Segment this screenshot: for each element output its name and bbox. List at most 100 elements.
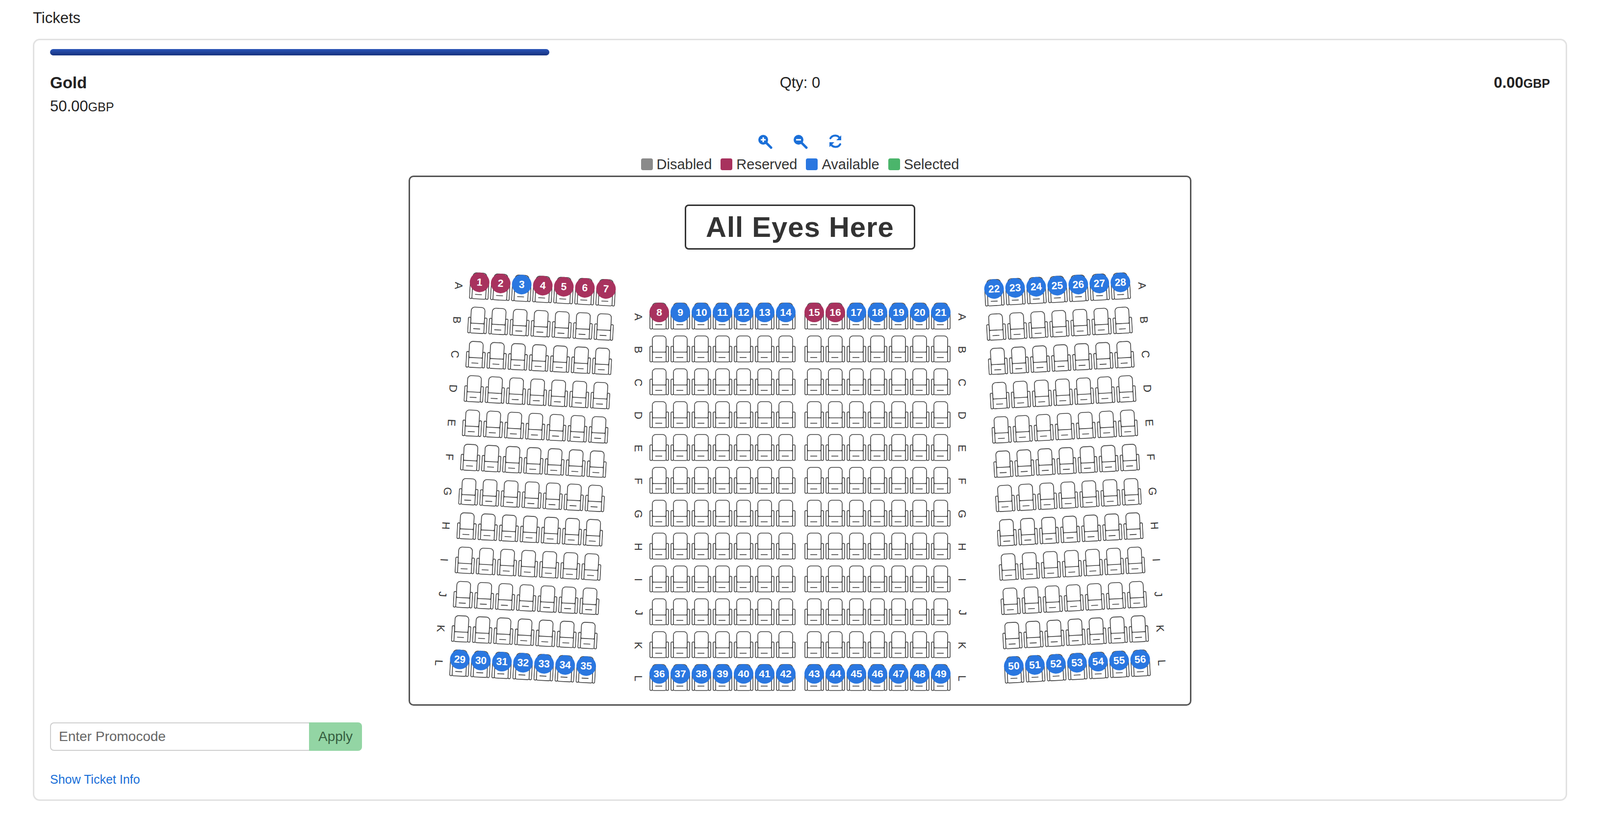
seat[interactable] [670,531,691,563]
seat[interactable]: 3 [511,273,533,305]
seat[interactable]: 44 [825,663,846,694]
seat[interactable] [733,597,754,628]
seat[interactable] [775,433,796,464]
seat[interactable] [516,583,538,615]
seat[interactable]: 27 [1088,272,1110,304]
seat-number[interactable]: 39 [712,664,733,684]
seat[interactable] [535,618,557,650]
seat[interactable] [670,367,691,398]
seat[interactable] [1090,306,1112,338]
seat[interactable] [1008,345,1030,377]
seat[interactable] [733,400,754,431]
seat[interactable] [825,564,846,595]
seat-number[interactable]: 45 [846,664,867,684]
seat[interactable] [1117,408,1139,440]
seat[interactable] [930,334,951,365]
seat[interactable] [888,597,909,628]
seat[interactable] [456,511,478,543]
seat[interactable] [1017,516,1039,548]
seat[interactable]: 55 [1108,649,1130,681]
seat[interactable] [988,380,1010,413]
seat[interactable] [1036,481,1058,513]
seat[interactable] [775,597,796,628]
seat[interactable]: 30 [469,649,491,681]
seat[interactable] [1011,413,1033,446]
seat[interactable] [565,447,587,480]
seat[interactable] [733,498,754,530]
seat[interactable] [825,433,846,464]
seat[interactable] [670,400,691,431]
seat[interactable] [577,620,599,652]
seat[interactable] [712,597,733,628]
seat[interactable] [488,306,510,338]
seat[interactable] [649,400,670,431]
seat[interactable] [458,476,480,509]
seat-number[interactable]: 38 [691,664,712,684]
seat[interactable] [649,564,670,595]
seat[interactable] [670,597,691,628]
seat[interactable] [494,581,517,614]
seat[interactable] [804,531,825,563]
seat[interactable]: 29 [448,648,470,680]
zoom-out-icon[interactable] [792,133,808,150]
seat[interactable]: 56 [1129,648,1151,680]
seat-number[interactable]: 41 [754,664,775,684]
seat[interactable] [691,630,712,661]
seat[interactable] [1052,377,1074,409]
seat[interactable] [582,517,604,549]
seat[interactable] [930,597,951,628]
seat[interactable] [670,498,691,530]
seat[interactable] [526,377,548,409]
seat[interactable]: 42 [775,663,796,694]
seat[interactable]: 26 [1067,273,1089,305]
seat[interactable] [1073,376,1095,408]
seat[interactable] [1118,442,1140,474]
seat[interactable] [670,465,691,497]
seat[interactable] [556,619,578,651]
show-ticket-info-link[interactable]: Show Ticket Info [50,772,140,787]
seat[interactable] [825,367,846,398]
seat[interactable] [1126,579,1148,612]
seat[interactable] [649,465,670,497]
seat[interactable] [475,546,497,578]
seat[interactable] [1105,580,1127,613]
seat[interactable]: 53 [1066,651,1088,683]
seat[interactable]: 25 [1046,274,1068,306]
seat[interactable] [733,433,754,464]
seat[interactable]: 38 [691,663,712,694]
seat[interactable] [775,630,796,661]
seat[interactable] [691,465,712,497]
seat[interactable] [519,514,541,546]
seat[interactable] [521,480,543,512]
seat[interactable]: 6 [573,276,595,309]
seat[interactable] [484,375,506,407]
seat-number[interactable]: 15 [804,302,825,323]
seat[interactable] [712,531,733,563]
seat[interactable] [909,433,930,464]
seat[interactable] [888,433,909,464]
seat[interactable] [754,400,775,431]
seat[interactable] [846,367,867,398]
seat[interactable] [909,367,930,398]
seat[interactable]: 16 [825,301,846,333]
seat[interactable] [867,400,888,431]
seat-number[interactable]: 20 [909,302,930,323]
seat[interactable] [463,373,485,406]
seat-number[interactable]: 44 [825,664,846,684]
seat[interactable] [846,400,867,431]
seat[interactable] [888,334,909,365]
seat[interactable] [496,547,518,579]
seat[interactable]: 1 [468,271,491,303]
seat[interactable] [775,465,796,497]
seat-number[interactable]: 46 [867,664,888,684]
seat[interactable] [825,498,846,530]
seat[interactable] [1092,340,1114,373]
seat[interactable] [825,465,846,497]
seat[interactable] [1099,477,1121,510]
seat[interactable]: 40 [733,663,754,694]
seat[interactable] [464,339,487,371]
seat[interactable]: 39 [712,663,733,694]
seat[interactable] [1034,446,1057,479]
seat[interactable] [691,433,712,464]
seat[interactable] [517,548,539,581]
